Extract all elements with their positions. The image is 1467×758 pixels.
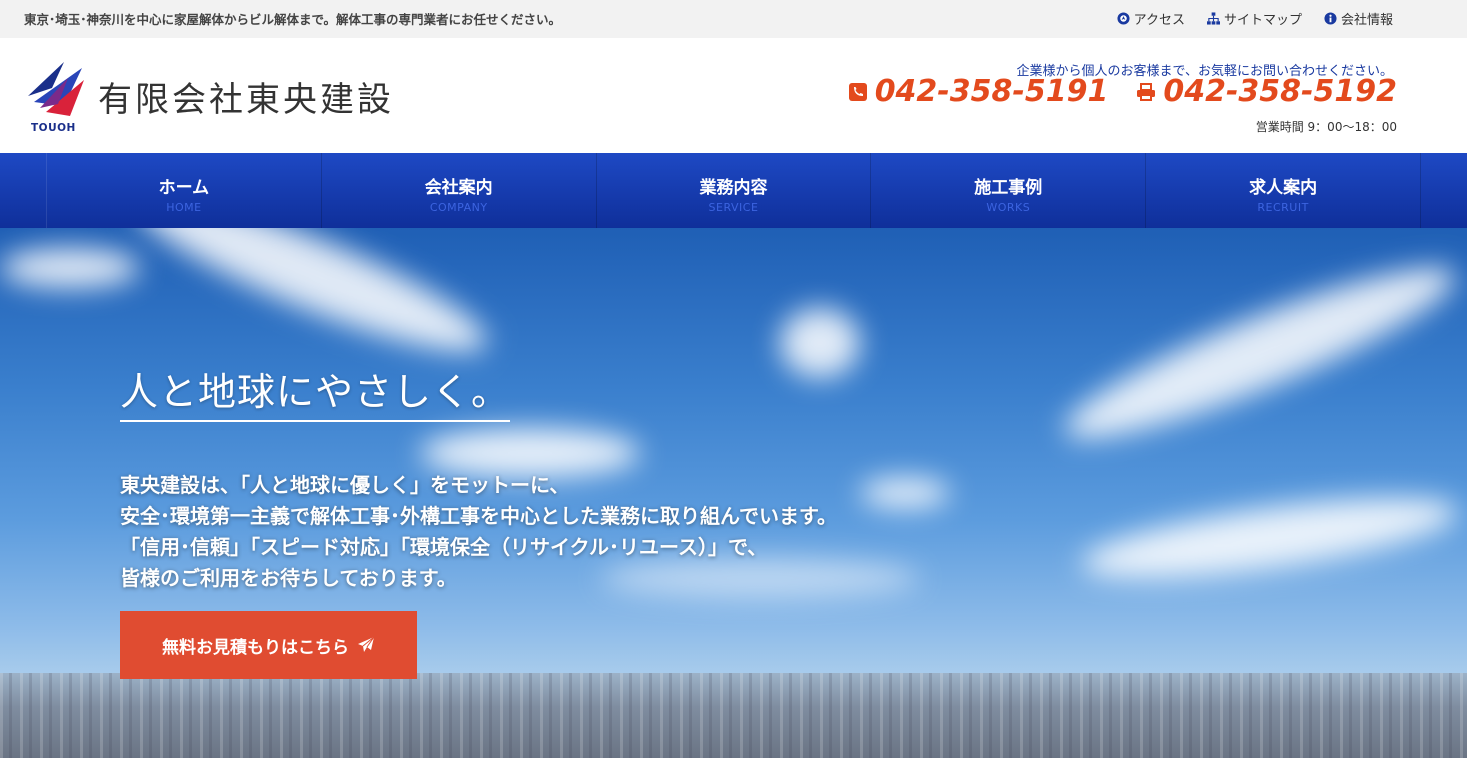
access-link-label: アクセス [1133, 13, 1185, 28]
access-link[interactable]: アクセス [1117, 9, 1185, 28]
city-skyline-image [0, 673, 1467, 758]
hero-title: 人と地球にやさしく。 [120, 361, 511, 422]
nav-label: 業務内容 [699, 178, 768, 198]
nav-item-company[interactable]: 会社案内 COMPANY [322, 153, 597, 228]
hero-description-line: 東央建設は、「人と地球に優しく」をモットーに、 [120, 473, 570, 497]
info-icon [1324, 12, 1337, 25]
company-name[interactable]: 有限会社東央建設 [98, 72, 394, 121]
nav-sublabel: HOME [166, 201, 202, 214]
site-tagline: 東京･埼玉･神奈川を中心に家屋解体からビル解体まで。解体工事の専門業者にお任せく… [24, 12, 562, 27]
sky-cloud [780, 308, 860, 378]
business-hours: 営業時間 9：00〜18：00 [1255, 120, 1397, 134]
tel-number[interactable]: 042-358-5191 [848, 74, 1109, 109]
top-utility-bar: 東京･埼玉･神奈川を中心に家屋解体からビル解体まで。解体工事の専門業者にお任せく… [0, 0, 1467, 38]
nav-sublabel: COMPANY [429, 201, 488, 214]
nav-item-service[interactable]: 業務内容 SERVICE [597, 153, 872, 228]
hero-description-line: 皆様のご利用をお待ちしております。 [120, 566, 457, 590]
fax-number: 042-358-5192 [1136, 74, 1397, 109]
free-estimate-button-label: 無料お見積もりはこちら [162, 637, 349, 658]
sky-cloud [1077, 481, 1463, 595]
utility-links: アクセス サイトマップ 会社情報 [1117, 9, 1393, 28]
location-icon [1117, 12, 1130, 25]
nav-sublabel: RECRUIT [1257, 201, 1309, 214]
sitemap-icon [1206, 12, 1220, 25]
sitemap-link-label: サイトマップ [1223, 13, 1302, 28]
sky-cloud [1052, 241, 1467, 465]
sky-cloud [0, 248, 140, 288]
company-info-link-label: 会社情報 [1340, 13, 1393, 28]
paper-plane-icon [358, 636, 375, 652]
site-header: TOUOH 有限会社東央建設 企業様から個人のお客様まで、お気軽にお問い合わせく… [0, 38, 1467, 153]
nav-sublabel: WORKS [986, 201, 1031, 214]
logo-caption: TOUOH [31, 122, 76, 134]
main-navigation: ホーム HOME 会社案内 COMPANY 業務内容 SERVICE 施工事例 … [0, 153, 1467, 228]
nav-label: 求人案内 [1249, 178, 1318, 198]
phone-numbers: 042-358-5191 042-358-5192 [848, 74, 1397, 109]
phone-icon [848, 82, 867, 101]
company-info-link[interactable]: 会社情報 [1324, 9, 1393, 28]
fax-number-text: 042-358-5192 [1163, 74, 1397, 109]
sky-cloud [860, 478, 950, 508]
hero-description: 東央建設は、「人と地球に優しく」をモットーに、 安全･環境第一主義で解体工事･外… [120, 470, 837, 594]
hero-description-line: 「信用･信頼」「スピード対応」「環境保全（リサイクル･リユース）」で、 [120, 535, 768, 559]
hero-description-line: 安全･環境第一主義で解体工事･外構工事を中心とした業務に取り組んでいます。 [120, 504, 837, 528]
nav-item-recruit[interactable]: 求人案内 RECRUIT [1146, 153, 1421, 228]
nav-label: 施工事例 [974, 178, 1043, 198]
tel-number-text: 042-358-5191 [874, 74, 1109, 109]
sky-cloud [120, 228, 500, 377]
nav-item-works[interactable]: 施工事例 WORKS [871, 153, 1147, 228]
company-logo[interactable] [24, 58, 88, 132]
nav-item-home[interactable]: ホーム HOME [47, 153, 322, 228]
hero-section: 人と地球にやさしく。 東央建設は、「人と地球に優しく」をモットーに、 安全･環境… [0, 228, 1467, 758]
sitemap-link[interactable]: サイトマップ [1206, 9, 1302, 28]
nav-sublabel: SERVICE [708, 201, 759, 214]
fax-icon [1137, 82, 1156, 101]
free-estimate-button[interactable]: 無料お見積もりはこちら [120, 611, 417, 679]
nav-label: 会社案内 [424, 178, 493, 198]
nav-label: ホーム [158, 178, 210, 198]
